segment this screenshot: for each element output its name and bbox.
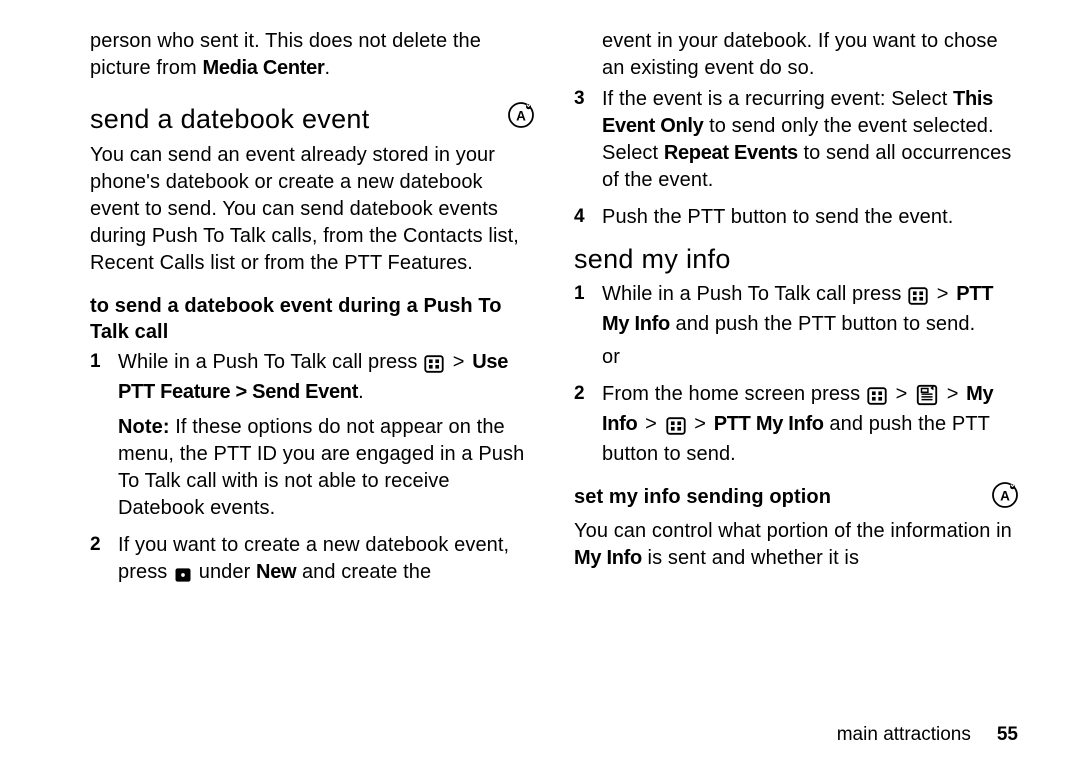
breadcrumb-separator: > — [894, 381, 910, 408]
breadcrumb-separator: > — [935, 281, 951, 308]
breadcrumb-separator: > — [451, 349, 467, 376]
steps-list-continued: If the event is a recurring event: Selec… — [574, 86, 1020, 231]
softkey-icon — [173, 562, 193, 589]
step-item: While in a Push To Talk call press > PTT… — [574, 281, 1020, 371]
text: From the home screen press — [602, 383, 866, 405]
menu-key-icon — [866, 384, 888, 411]
left-column: person who sent it. This does not delete… — [90, 28, 536, 714]
step-continuation: event in your datebook. If you want to c… — [574, 28, 1020, 82]
text: If the event is a recurring event: Selec… — [602, 88, 953, 110]
body-paragraph: You can send an event already stored in … — [90, 142, 536, 277]
subheading-row: set my info sending option A — [574, 478, 1020, 518]
text: and push the PTT button to send. — [670, 313, 975, 335]
right-column: event in your datebook. If you want to c… — [574, 28, 1020, 714]
body-paragraph: You can control what portion of the info… — [574, 518, 1020, 572]
menu-key-icon — [423, 352, 445, 379]
antenna-icon: A — [506, 100, 536, 138]
steps-list: While in a Push To Talk call press > Use… — [90, 349, 536, 589]
text: While in a Push To Talk call press — [118, 351, 423, 373]
step-item: From the home screen press > > My Info >… — [574, 381, 1020, 468]
step-item: While in a Push To Talk call press > Use… — [90, 349, 536, 522]
svg-text:A: A — [1000, 489, 1010, 504]
step-item: Push the PTT button to send the event. — [574, 204, 1020, 231]
page-footer: main attractions 55 — [90, 714, 1020, 746]
option-repeat-events: Repeat Events — [664, 142, 798, 164]
text: and create the — [296, 561, 431, 583]
note-label: Note: — [118, 416, 170, 438]
breadcrumb-separator: > — [643, 411, 659, 438]
heading-row: send my info — [574, 241, 1020, 277]
media-center-label: Media Center — [202, 57, 324, 79]
myinfo-steps: While in a Push To Talk call press > PTT… — [574, 281, 1020, 468]
footer-page-number: 55 — [997, 724, 1018, 746]
heading-row: send a datebook event A — [90, 100, 536, 138]
breadcrumb-separator: > — [692, 411, 708, 438]
manual-page: person who sent it. This does not delete… — [0, 0, 1080, 766]
menu-label-new: New — [256, 561, 296, 583]
text: While in a Push To Talk call press — [602, 283, 907, 305]
text: You can control what portion of the info… — [574, 520, 1012, 542]
menu-label-my-info: My Info — [574, 547, 642, 569]
breadcrumb-separator: > — [945, 381, 961, 408]
menu-label-ptt-my-info: PTT My Info — [714, 413, 824, 435]
footer-section-name: main attractions — [837, 724, 971, 746]
section-heading: send my info — [574, 241, 731, 277]
text: . — [358, 381, 364, 403]
subheading: to send a datebook event during a Push T… — [90, 293, 536, 345]
text: Push the PTT button to send the event. — [602, 206, 953, 228]
menu-key-icon — [907, 284, 929, 311]
note-body: If these options do not appear on the me… — [118, 416, 524, 519]
text: . — [324, 57, 330, 79]
carryover-paragraph: person who sent it. This does not delete… — [90, 28, 536, 82]
or-label: or — [602, 344, 1020, 371]
svg-text:A: A — [516, 108, 526, 123]
antenna-icon: A — [990, 480, 1020, 518]
two-column-layout: person who sent it. This does not delete… — [90, 28, 1020, 714]
note-block: Note: If these options do not appear on … — [118, 414, 536, 522]
step-item: If the event is a recurring event: Selec… — [574, 86, 1020, 194]
step-item: If you want to create a new datebook eve… — [90, 532, 536, 589]
contacts-icon — [915, 383, 939, 411]
section-heading: send a datebook event — [90, 101, 370, 137]
menu-key-icon — [665, 414, 687, 441]
text: under — [193, 561, 256, 583]
text: is sent and whether it is — [642, 547, 859, 569]
subheading: set my info sending option — [574, 484, 831, 510]
